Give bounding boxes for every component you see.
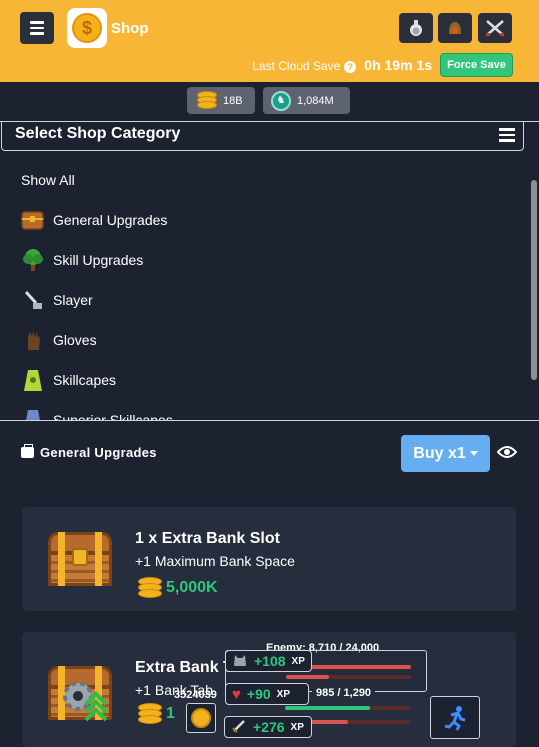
cloud-save-time: 0h 19m 1s xyxy=(364,57,432,73)
cloud-save-status: Last Cloud Save ? 0h 19m 1s xyxy=(252,57,432,73)
force-save-button[interactable]: Force Save xyxy=(440,53,513,77)
skillcape-icon xyxy=(21,369,44,392)
item-counter: 3524039 xyxy=(174,689,217,701)
help-icon[interactable]: ? xyxy=(344,61,357,73)
category-superior-skillcapes[interactable]: Superior Skillcapes xyxy=(21,408,173,421)
xp-value: +108 xyxy=(254,653,286,669)
category-label: Gloves xyxy=(53,332,97,348)
category-show-all[interactable]: Show All xyxy=(21,168,75,192)
slayer-sword-icon xyxy=(21,289,44,312)
category-header[interactable]: Select Shop Category xyxy=(1,122,524,151)
hamburger-menu-button[interactable] xyxy=(20,12,54,44)
player-hp-label: 985 / 1,290 xyxy=(312,687,376,699)
eye-icon[interactable] xyxy=(497,444,517,460)
item-price-value: 5,000K xyxy=(166,579,218,596)
sword-icon xyxy=(231,718,247,737)
category-label: General Upgrades xyxy=(53,212,168,228)
treasure-chest-icon xyxy=(21,209,44,232)
buy-quantity-label: Buy x1 xyxy=(413,444,466,462)
enemy-attack-bar xyxy=(286,675,329,679)
gp-coins-icon xyxy=(138,703,162,725)
shop-item-card[interactable]: 1 x Extra Bank Slot +1 Maximum Bank Spac… xyxy=(22,507,516,611)
slayer-coin-icon: ♞ xyxy=(271,90,291,111)
slayer-coins-counter[interactable]: ♞ 1,084M xyxy=(263,87,350,114)
item-price: 1 xyxy=(138,703,175,725)
superior-cape-icon xyxy=(21,409,44,420)
xp-unit: XP xyxy=(290,721,304,733)
heart-icon: ♥ xyxy=(232,685,241,703)
potion-icon[interactable] xyxy=(399,13,433,43)
xp-value: +276 xyxy=(253,719,285,735)
treasure-chest-icon xyxy=(48,532,112,586)
helmet-icon[interactable] xyxy=(438,13,472,43)
category-scroll-thumb[interactable] xyxy=(531,180,537,380)
section-title: General Upgrades xyxy=(21,444,157,460)
category-slayer[interactable]: Slayer xyxy=(21,288,93,312)
category-menu-icon[interactable] xyxy=(499,128,515,142)
category-title: Select Shop Category xyxy=(15,125,181,142)
item-price-value: 1 xyxy=(166,705,175,722)
running-man-icon xyxy=(444,705,466,731)
gold-coin-icon: $ xyxy=(72,13,102,43)
item-title: Extra Bank T xyxy=(135,659,233,676)
category-skillcapes[interactable]: Skillcapes xyxy=(21,368,116,392)
category-label: Slayer xyxy=(53,292,93,308)
gp-amount: 18B xyxy=(223,94,243,107)
category-skill-upgrades[interactable]: Skill Upgrades xyxy=(21,248,143,272)
coin-pouch-icon xyxy=(191,708,211,728)
shop-logo: $ xyxy=(67,8,107,48)
coin-pouch-button[interactable] xyxy=(186,703,216,733)
glove-icon xyxy=(21,329,44,352)
xp-gain-popup: +276 XP xyxy=(224,716,312,738)
briefcase-icon xyxy=(21,444,34,458)
xp-value: +90 xyxy=(246,686,271,702)
crossed-swords-icon[interactable] xyxy=(478,13,512,43)
xp-unit: XP xyxy=(291,655,305,667)
top-header: $ Shop Last Cloud Save ? 0h 19m 1s Force… xyxy=(0,0,539,82)
category-label: Skill Upgrades xyxy=(53,252,144,268)
category-label: Show All xyxy=(21,172,75,188)
item-price: 5,000K xyxy=(138,577,218,599)
slayer-coins-amount: 1,084M xyxy=(297,94,334,107)
buy-quantity-dropdown[interactable]: Buy x1 xyxy=(401,435,490,472)
gp-counter[interactable]: 18B xyxy=(187,87,255,114)
page-title: Shop xyxy=(111,20,149,37)
item-title: 1 x Extra Bank Slot xyxy=(135,530,280,547)
category-label: Skillcapes xyxy=(53,372,117,388)
xp-gain-popup: ♥ +90 XP xyxy=(225,683,309,705)
section-title-text: General Upgrades xyxy=(40,445,157,460)
player-hp-bar xyxy=(285,706,370,710)
category-gloves[interactable]: Gloves xyxy=(21,328,97,352)
shop-category-panel: Select Shop Category Show All General Up… xyxy=(0,121,539,421)
cloud-save-label: Last Cloud Save xyxy=(252,59,341,73)
xp-gain-popup: +108 XP xyxy=(225,650,312,672)
xp-unit: XP xyxy=(276,688,290,700)
run-away-button[interactable] xyxy=(430,696,480,739)
gp-coins-icon xyxy=(138,577,162,599)
item-description: +1 Maximum Bank Space xyxy=(135,553,295,569)
upgrade-gear-icon xyxy=(63,681,108,722)
category-general-upgrades[interactable]: General Upgrades xyxy=(21,208,167,232)
caret-down-icon xyxy=(469,451,478,456)
wolf-icon xyxy=(232,652,248,671)
tree-icon xyxy=(21,249,44,272)
category-label: Superior Skillcapes xyxy=(53,412,173,421)
gp-coins-icon xyxy=(195,90,217,111)
